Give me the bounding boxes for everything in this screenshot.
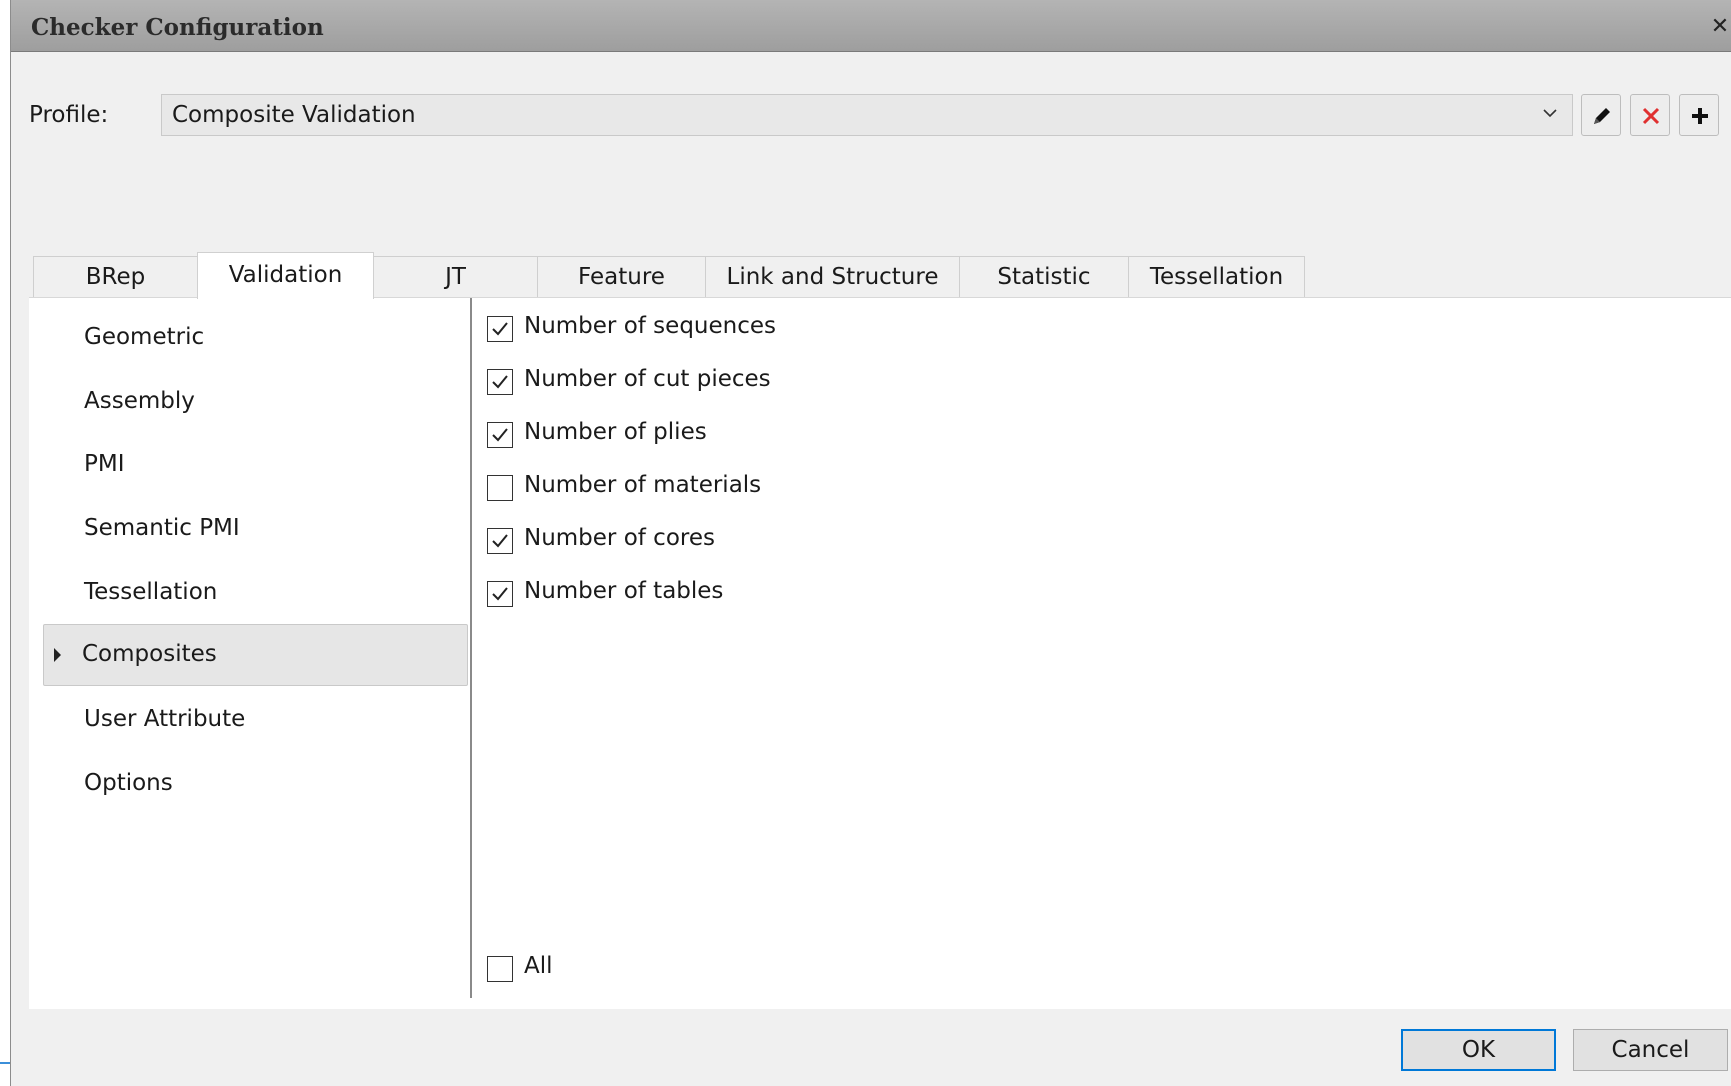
expand-arrow-icon <box>54 648 61 662</box>
checker-configuration-dialog: Checker Configuration ✕ Profile: Composi… <box>10 0 1731 1086</box>
checkbox-label: Number of materials <box>524 472 762 498</box>
nav-item-composites-label: Composites <box>82 641 217 667</box>
plus-icon <box>1692 108 1708 124</box>
profile-dropdown[interactable]: Composite Validation <box>161 94 1573 136</box>
checkbox[interactable] <box>487 956 513 982</box>
checkbox-label: All <box>524 953 553 979</box>
checkbox[interactable] <box>487 528 513 554</box>
tab-content-panel: Geometric Assembly PMI Semantic PMI Tess… <box>29 297 1731 1009</box>
category-list: Geometric Assembly PMI Semantic PMI Tess… <box>29 298 470 1009</box>
ok-button[interactable]: OK <box>1401 1029 1556 1071</box>
nav-item-pmi[interactable]: PMI <box>84 451 125 477</box>
edit-profile-button[interactable] <box>1581 94 1621 136</box>
profile-label: Profile: <box>29 102 109 128</box>
cancel-button[interactable]: Cancel <box>1573 1029 1728 1071</box>
nav-item-tessellation[interactable]: Tessellation <box>84 579 217 605</box>
nav-item-assembly[interactable]: Assembly <box>84 388 195 414</box>
tab-validation[interactable]: Validation <box>197 252 374 299</box>
tab-jt[interactable]: JT <box>373 256 538 298</box>
checkbox[interactable] <box>487 475 513 501</box>
chevron-down-icon <box>1543 109 1557 118</box>
nav-item-composites[interactable]: Composites <box>43 624 468 686</box>
tab-statistic[interactable]: Statistic <box>959 256 1129 298</box>
check-icon <box>492 322 508 336</box>
nav-item-semantic-pmi[interactable]: Semantic PMI <box>84 515 240 541</box>
close-icon[interactable]: ✕ <box>1709 14 1731 40</box>
title-bar: Checker Configuration ✕ <box>11 0 1731 52</box>
tab-brep[interactable]: BRep <box>33 256 198 298</box>
check-icon <box>492 375 508 389</box>
panel-divider[interactable] <box>470 298 472 998</box>
check-icon <box>492 534 508 548</box>
window-edge-accent <box>0 1062 10 1064</box>
checkbox-label: Number of cores <box>524 525 715 551</box>
add-profile-button[interactable] <box>1679 94 1719 136</box>
nav-item-geometric[interactable]: Geometric <box>84 324 204 350</box>
check-icon <box>492 428 508 442</box>
checkbox-label: Number of sequences <box>524 313 777 339</box>
pencil-icon <box>1594 108 1610 124</box>
check-icon <box>492 587 508 601</box>
tab-link-and-structure[interactable]: Link and Structure <box>705 256 960 298</box>
checkbox-label: Number of cut pieces <box>524 366 771 392</box>
tab-tessellation[interactable]: Tessellation <box>1128 256 1305 298</box>
checkbox[interactable] <box>487 581 513 607</box>
checkbox-label: Number of tables <box>524 578 724 604</box>
nav-item-options[interactable]: Options <box>84 770 173 796</box>
red-x-icon <box>1642 107 1660 125</box>
checkbox[interactable] <box>487 316 513 342</box>
tab-feature[interactable]: Feature <box>537 256 706 298</box>
checkbox[interactable] <box>487 422 513 448</box>
nav-item-user-attribute[interactable]: User Attribute <box>84 706 245 732</box>
checkbox-label: Number of plies <box>524 419 707 445</box>
window-title: Checker Configuration <box>31 14 324 41</box>
profile-value: Composite Validation <box>172 102 416 128</box>
delete-profile-button[interactable] <box>1630 94 1670 136</box>
checkbox[interactable] <box>487 369 513 395</box>
